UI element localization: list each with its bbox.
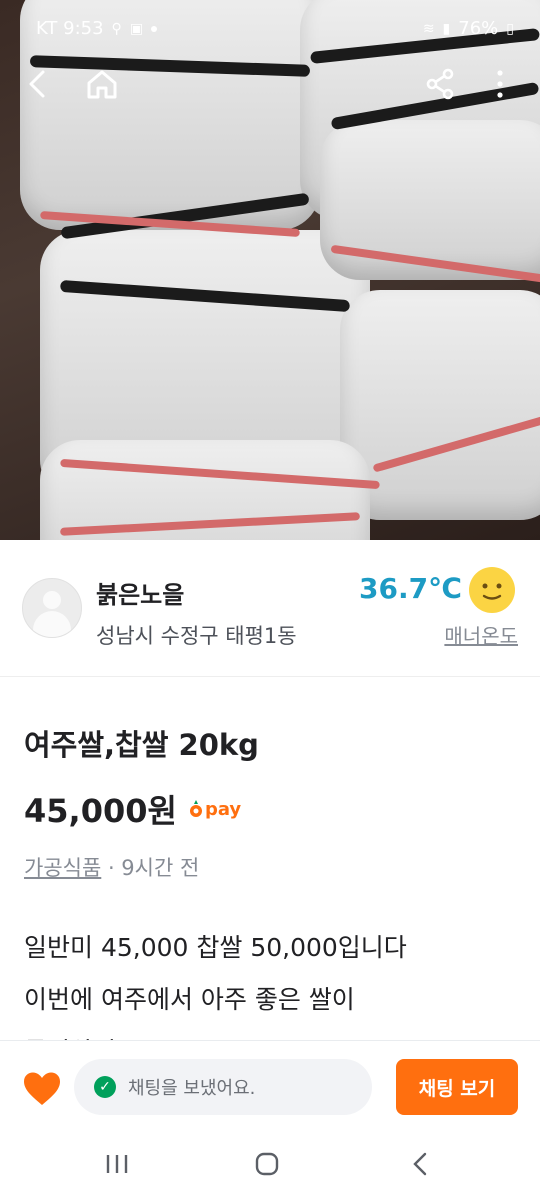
check-icon: ✓ — [94, 1076, 116, 1098]
status-bar: KT 9:53 ⚲ ▣ ≋ ▮ 76% ▯ — [0, 0, 540, 60]
more-notifications-icon — [151, 25, 158, 32]
chat-status-pill: ✓ 채팅을 보냈어요. — [74, 1059, 372, 1115]
battery-level: 76% — [458, 18, 499, 39]
avatar[interactable] — [22, 578, 82, 638]
pay-label: pay — [204, 798, 242, 820]
product-description: 일반미 45,000 찹쌀 50,000입니다 이번에 여주에서 아주 좋은 쌀… — [24, 933, 407, 1042]
battery-icon: ▯ — [506, 20, 514, 37]
wifi-icon: ≋ — [422, 20, 435, 37]
manner-temperature-link[interactable]: 매너온도 — [444, 620, 518, 649]
system-navigation-bar — [0, 1134, 540, 1200]
home-nav-icon[interactable] — [254, 1152, 280, 1176]
product-meta: 가공식품 · 9시간 전 — [24, 852, 199, 882]
pay-badge: pay — [189, 799, 241, 820]
home-button[interactable] — [80, 62, 124, 106]
carrot-icon — [189, 800, 202, 817]
manner-temperature: 36.7℃ — [359, 572, 462, 605]
signal-icon: ▮ — [442, 20, 451, 37]
carrier-time: KT 9:53 — [36, 18, 104, 39]
price-row: 45,000원 pay — [24, 786, 241, 832]
view-chat-button[interactable]: 채팅 보기 — [396, 1059, 518, 1115]
back-nav-icon[interactable] — [408, 1152, 434, 1176]
posted-time: · 9시간 전 — [101, 856, 200, 880]
share-icon — [426, 68, 454, 100]
category-link[interactable]: 가공식품 — [24, 856, 101, 880]
product-price: 45,000원 — [24, 792, 177, 830]
more-icon — [497, 70, 503, 98]
share-button[interactable] — [418, 62, 462, 106]
app-icon: ▣ — [129, 20, 144, 37]
back-icon — [29, 70, 45, 98]
notification-icon: ⚲ — [111, 20, 122, 37]
home-icon — [87, 70, 117, 99]
seller-section[interactable]: 붉은노을 성남시 수정구 태평1동 36.7℃ 매너온도 — [0, 540, 540, 677]
heart-icon[interactable] — [22, 1071, 62, 1107]
seller-name: 붉은노을 — [96, 581, 185, 609]
product-title: 여주쌀,찹쌀 20kg — [24, 728, 259, 762]
action-bar: ✓ 채팅을 보냈어요. 채팅 보기 — [0, 1040, 540, 1135]
more-button[interactable] — [478, 62, 522, 106]
chat-status-text: 채팅을 보냈어요. — [128, 1078, 256, 1099]
face-icon — [469, 567, 515, 613]
seller-region: 성남시 수정구 태평1동 — [96, 624, 297, 648]
back-button[interactable] — [16, 62, 60, 106]
recents-icon[interactable] — [104, 1152, 130, 1176]
